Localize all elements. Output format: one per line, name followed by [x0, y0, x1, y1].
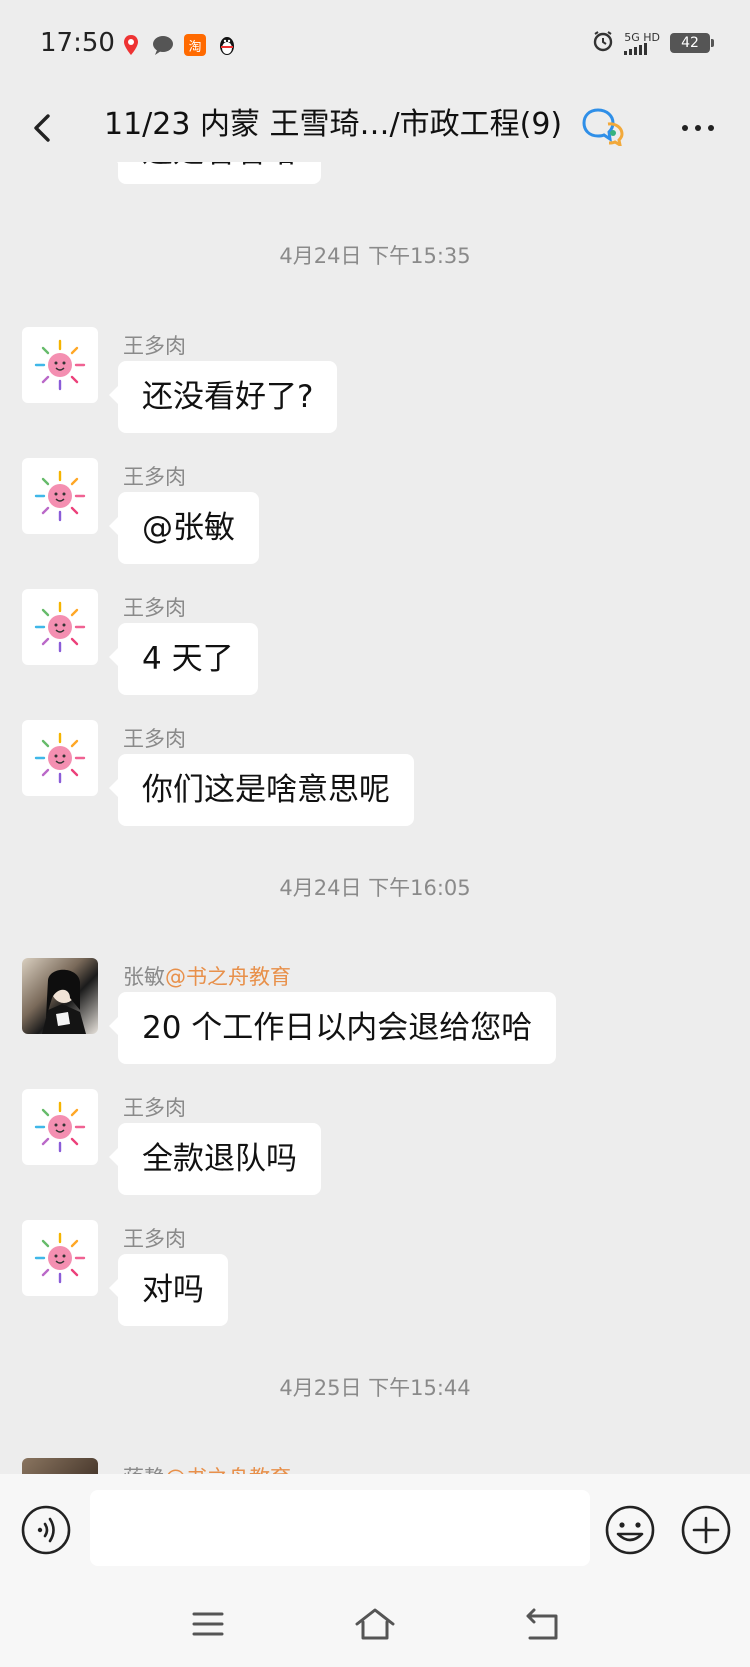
menu-button[interactable] [186, 1602, 230, 1646]
timestamp: 4月24日 下午16:05 [279, 876, 471, 900]
message-text: 20 个工作日以内会退给您哈 [142, 1010, 533, 1046]
message-bubble[interactable]: 20 个工作日以内会退给您哈 [108, 992, 557, 1064]
sender-org: @书之舟教育 [165, 965, 291, 989]
avatar-sun[interactable] [22, 327, 98, 403]
sun-avatar-icon [34, 1232, 86, 1284]
message-bubble[interactable]: @张敏 [109, 492, 259, 564]
status-bar: 17:50 淘 5G HD 42 [0, 0, 750, 92]
message-text: @张敏 [142, 510, 235, 546]
message-text: 对吗 [142, 1272, 204, 1308]
avatar-sun[interactable] [22, 458, 98, 534]
chevron-left-icon [34, 114, 50, 142]
chat-title[interactable]: 11/23 内蒙 王雪琦…/市政工程(9) [104, 98, 594, 152]
message-text: 全款退队吗 [142, 1141, 297, 1177]
signal-indicator: 5G HD [624, 32, 660, 55]
timestamp: 4月24日 下午15:35 [279, 244, 471, 268]
sender-name: 王多肉 [123, 727, 186, 751]
chat-header: 11/23 内蒙 王雪琦…/市政工程(9) [0, 92, 750, 162]
message-bubble[interactable]: 对吗 [109, 1254, 228, 1326]
voice-input-button[interactable] [20, 1504, 72, 1556]
sender-name: 王多肉 [123, 1227, 186, 1251]
message-input[interactable] [90, 1490, 590, 1566]
voice-icon [21, 1505, 71, 1555]
avatar-sun[interactable] [22, 720, 98, 796]
message-bubble[interactable]: 还没看好了? [108, 361, 338, 433]
status-right-icons: 5G HD 42 [592, 30, 714, 56]
chat-bubble-icon [152, 34, 174, 56]
message-bubble[interactable]: 全款退队吗 [109, 1123, 321, 1195]
sun-avatar-icon [34, 732, 86, 784]
status-time: 17:50 [40, 28, 115, 58]
timestamp: 4月25日 下午15:44 [279, 1376, 471, 1400]
avatar-sun[interactable] [22, 589, 98, 665]
notification-icons: 淘 [120, 34, 238, 56]
message-bubble[interactable]: 你们这是啥意思呢 [109, 754, 414, 826]
sun-avatar-icon [34, 601, 86, 653]
sender-name: 王多肉 [123, 334, 186, 358]
back-nav-button[interactable] [520, 1602, 564, 1646]
group-chat-icon [582, 106, 626, 149]
avatar-sun[interactable] [22, 1220, 98, 1296]
emoji-button[interactable] [604, 1504, 656, 1556]
sender-name: 王多肉 [123, 596, 186, 620]
more-options-button[interactable] [678, 118, 718, 138]
back-icon [526, 1608, 558, 1640]
avatar-photo[interactable] [22, 1458, 98, 1474]
message-bubble[interactable]: 这是看看哈 [109, 162, 321, 184]
sun-avatar-icon [34, 470, 86, 522]
sender-name: 王多肉 [123, 1096, 186, 1120]
more-actions-button[interactable] [680, 1504, 732, 1556]
alarm-icon [592, 30, 614, 56]
sender-name: 蒋静@书之舟教育 [123, 1462, 291, 1474]
network-label: 5G HD [624, 30, 660, 44]
menu-icon [192, 1612, 224, 1636]
sender-name: 张敏@书之舟教育 [123, 965, 291, 989]
sun-avatar-icon [34, 1101, 86, 1153]
message-input-bar [0, 1474, 750, 1586]
home-icon [355, 1608, 395, 1640]
avatar-photo[interactable] [22, 958, 98, 1034]
message-text: 4 天了 [142, 641, 234, 677]
emoji-icon [605, 1505, 655, 1555]
back-button[interactable] [26, 104, 66, 150]
home-button[interactable] [353, 1602, 397, 1646]
chat-messages-area[interactable]: 这是看看哈 4月24日 下午15:35 王多肉 还没看好了? [0, 162, 750, 1474]
user-photo-icon [42, 969, 86, 1034]
more-dots-icon [682, 125, 688, 131]
avatar-sun[interactable] [22, 1089, 98, 1165]
sun-avatar-icon [34, 339, 86, 391]
message-bubble[interactable]: 4 天了 [109, 623, 258, 695]
battery-indicator: 42 [670, 33, 714, 53]
sender-org: @书之舟教育 [165, 1466, 291, 1474]
message-text: 还没看好了? [142, 379, 314, 415]
qq-penguin-icon [216, 34, 238, 56]
signal-bars-icon [624, 42, 660, 55]
system-navigation-bar [0, 1586, 750, 1667]
plus-icon [681, 1505, 731, 1555]
sender-name: 王多肉 [123, 465, 186, 489]
location-pin-icon [120, 34, 142, 56]
taobao-icon: 淘 [184, 34, 206, 56]
message-text: 你们这是啥意思呢 [142, 772, 390, 808]
message-text: 这是看看哈 [142, 162, 297, 170]
